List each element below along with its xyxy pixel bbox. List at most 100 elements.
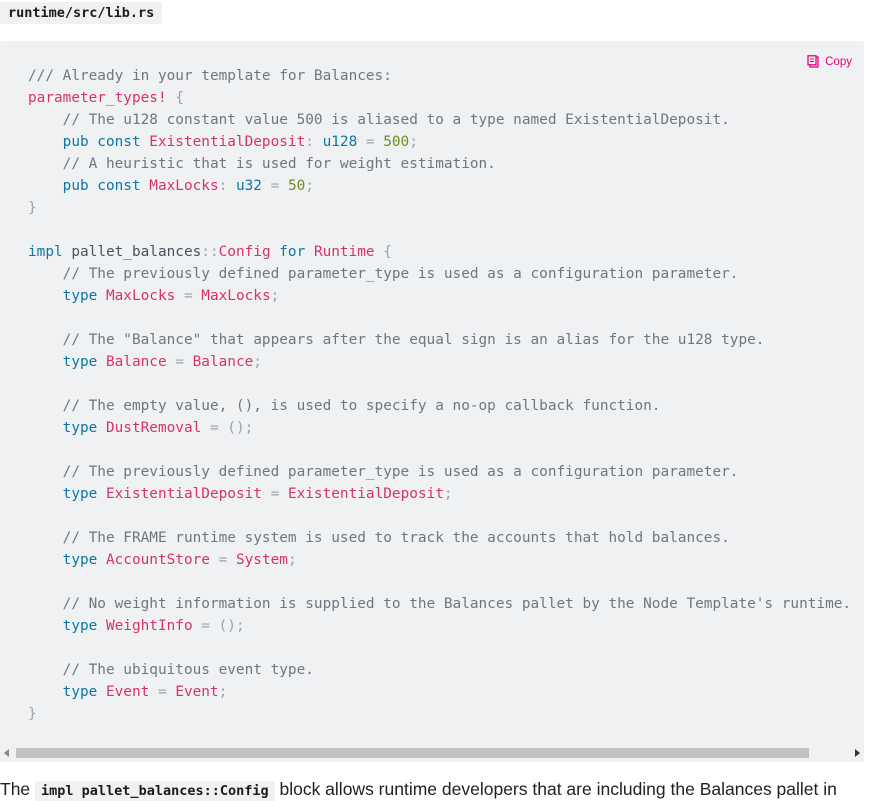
code-token: parameter_types! xyxy=(28,90,167,106)
paragraph-text-after: block allows runtime developers that are… xyxy=(274,779,837,799)
code-line: type Balance = Balance; xyxy=(28,351,864,373)
scroll-left-arrow-icon[interactable] xyxy=(4,749,9,757)
code-token: :: xyxy=(201,244,219,260)
description-paragraph: The impl pallet_balances::Config block a… xyxy=(0,779,878,801)
code-token: = xyxy=(149,684,176,700)
code-token: pub const xyxy=(62,134,150,150)
code-token: for xyxy=(270,244,314,260)
code-token: 50 xyxy=(287,178,306,194)
code-token: type xyxy=(62,684,106,700)
code-token: = xyxy=(209,552,236,568)
code-token: : xyxy=(218,178,236,194)
code-line: // The previously defined parameter_type… xyxy=(28,461,864,483)
code-token: MaxLocks xyxy=(149,178,219,194)
code-line: type Event = Event; xyxy=(28,681,864,703)
code-token: 500 xyxy=(383,134,410,150)
code-token: Config xyxy=(218,244,271,260)
code-token: = xyxy=(261,486,288,502)
code-line: type ExistentialDeposit = ExistentialDep… xyxy=(28,483,864,505)
code-line: // A heuristic that is used for weight e… xyxy=(28,153,864,175)
code-line: // The u128 constant value 500 is aliase… xyxy=(28,109,864,131)
code-block: Copy /// Already in your template for Ba… xyxy=(0,41,864,762)
code-line: // The previously defined parameter_type… xyxy=(28,263,864,285)
code-token: // The u128 constant value 500 is aliase… xyxy=(62,112,730,128)
code-token: u128 xyxy=(322,134,358,150)
code-token: Event xyxy=(175,684,219,700)
code-token: Balance xyxy=(105,354,167,370)
paragraph-text-before: The xyxy=(0,779,36,799)
code-token: MaxLocks xyxy=(201,288,271,304)
code-token: ; xyxy=(218,684,228,700)
code-token: ; xyxy=(270,288,280,304)
code-token: } xyxy=(28,200,37,216)
code-line: // No weight information is supplied to … xyxy=(28,593,864,615)
scrollbar-thumb[interactable] xyxy=(16,748,809,758)
code-token: { xyxy=(166,90,184,106)
code-token: ; xyxy=(287,552,297,568)
horizontal-scrollbar[interactable] xyxy=(0,746,864,762)
code-token: AccountStore xyxy=(105,552,210,568)
code-line: type MaxLocks = MaxLocks; xyxy=(28,285,864,307)
code-line: type WeightInfo = (); xyxy=(28,615,864,637)
code-token: WeightInfo xyxy=(105,618,193,634)
code-token: = xyxy=(357,134,384,150)
code-token: = xyxy=(166,354,193,370)
code-token: pub const xyxy=(62,178,150,194)
code-token: type xyxy=(62,420,106,436)
code-line: parameter_types! { xyxy=(28,87,864,109)
code-token: // The previously defined parameter_type… xyxy=(62,464,739,480)
code-line: } xyxy=(28,197,864,219)
code-token: ExistentialDeposit xyxy=(149,134,306,150)
code-token: = xyxy=(175,288,202,304)
code-token: Balance xyxy=(192,354,254,370)
code-token: { xyxy=(374,244,392,260)
code-line: /// Already in your template for Balance… xyxy=(28,65,864,87)
code-token: Runtime xyxy=(313,244,375,260)
code-token: MaxLocks xyxy=(105,288,176,304)
code-token: type xyxy=(62,288,106,304)
code-token: ; xyxy=(305,178,314,194)
code-content[interactable]: /// Already in your template for Balance… xyxy=(28,65,864,725)
code-token: Event xyxy=(105,684,150,700)
code-token: ; xyxy=(253,354,262,370)
code-token: // The "Balance" that appears after the … xyxy=(62,332,765,348)
code-line: impl pallet_balances::Config for Runtime… xyxy=(28,241,864,263)
code-token: pallet_balances xyxy=(71,244,202,260)
code-line: type DustRemoval = (); xyxy=(28,417,864,439)
code-token: ; xyxy=(409,134,418,150)
code-line: // The "Balance" that appears after the … xyxy=(28,329,864,351)
code-token: DustRemoval xyxy=(105,420,202,436)
code-token: // The ubiquitous event type. xyxy=(62,662,314,678)
code-token: /// Already in your template for Balance… xyxy=(28,68,392,84)
code-token: type xyxy=(62,552,106,568)
code-token: type xyxy=(62,354,106,370)
code-token: = (); xyxy=(201,420,254,436)
code-token: : xyxy=(305,134,323,150)
scroll-right-arrow-icon[interactable] xyxy=(855,749,860,757)
code-token: u32 xyxy=(235,178,262,194)
code-line: // The ubiquitous event type. xyxy=(28,659,864,681)
code-token: ExistentialDeposit xyxy=(105,486,262,502)
code-line: pub const ExistentialDeposit: u128 = 500… xyxy=(28,131,864,153)
inline-code: impl pallet_balances::Config xyxy=(35,781,275,801)
code-token: // A heuristic that is used for weight e… xyxy=(62,156,496,172)
code-line: // The FRAME runtime system is used to t… xyxy=(28,527,864,549)
